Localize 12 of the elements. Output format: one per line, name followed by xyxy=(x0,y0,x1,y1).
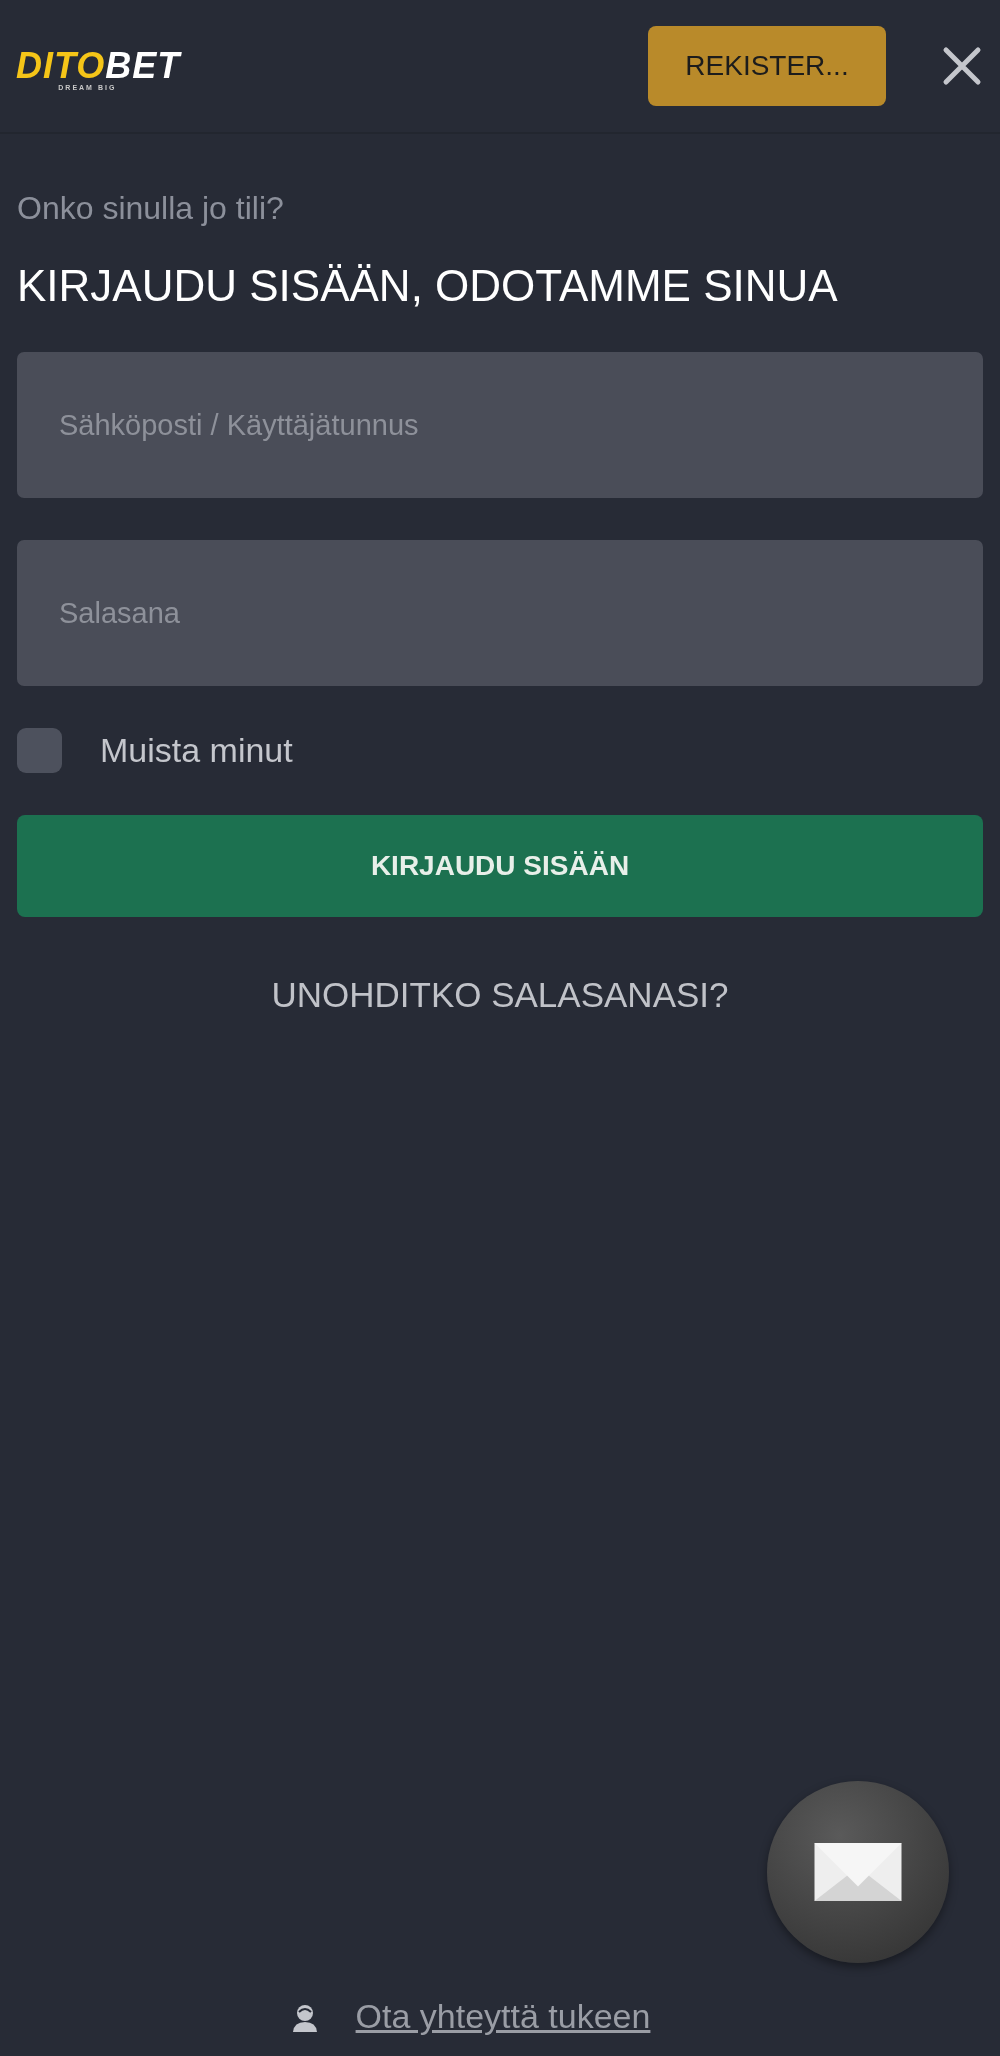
remember-label[interactable]: Muista minut xyxy=(100,731,293,770)
username-field[interactable]: Sähköposti / Käyttäjätunnus xyxy=(17,352,983,498)
password-field[interactable]: Salasana xyxy=(17,540,983,686)
envelope-icon xyxy=(813,1843,903,1901)
contact-support-link[interactable]: Ota yhteyttä tukeen xyxy=(355,1997,651,2036)
account-question: Onko sinulla jo tili? xyxy=(17,192,285,224)
login-button[interactable]: KIRJAUDU SISÄÄN xyxy=(17,815,983,917)
close-icon[interactable] xyxy=(942,46,982,86)
register-button[interactable]: REKISTER... xyxy=(648,26,886,106)
forgot-password-link[interactable]: UNOHDITKO SALASANASI? xyxy=(271,975,729,1015)
login-heading: KIRJAUDU SISÄÄN, ODOTAMME SINUA xyxy=(17,264,839,308)
remember-checkbox[interactable] xyxy=(17,728,62,773)
